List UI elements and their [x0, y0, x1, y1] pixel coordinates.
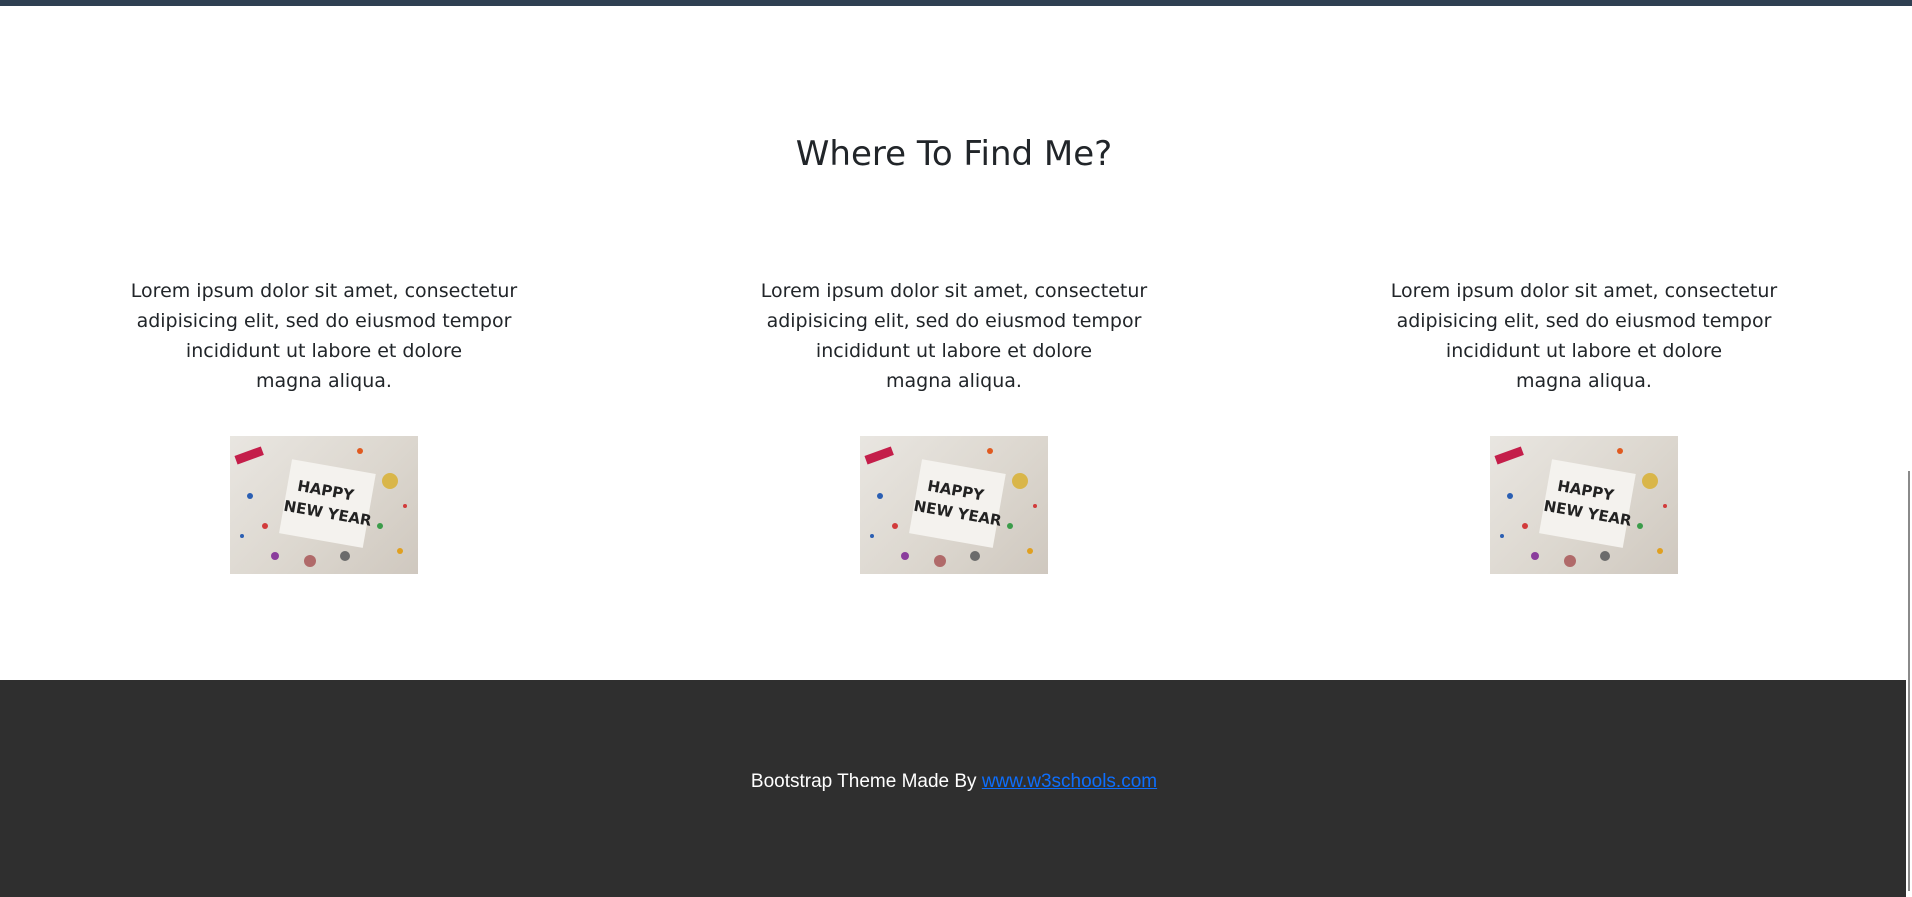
section-title: Where To Find Me?: [795, 134, 1113, 174]
happy-new-year-image: HAPPY NEW YEAR: [860, 436, 1048, 574]
scrollbar-thumb[interactable]: [1908, 471, 1910, 891]
description-line: adipisicing elit, sed do eiusmod tempor: [766, 310, 1142, 332]
description-line: adipisicing elit, sed do eiusmod tempor: [136, 310, 512, 332]
footer-credit: Bootstrap Theme Made By www.w3schools.co…: [0, 771, 1908, 793]
page-footer: Bootstrap Theme Made By www.w3schools.co…: [0, 680, 1906, 897]
column-description: Lorem ipsum dolor sit amet, consectetur …: [739, 276, 1169, 396]
happy-new-year-image: HAPPY NEW YEAR: [1490, 436, 1678, 574]
description-line: magna aliqua.: [1516, 370, 1652, 392]
description-line: magna aliqua.: [256, 370, 392, 392]
location-column-1: Lorem ipsum dolor sit amet, consectetur …: [109, 276, 539, 396]
column-description: Lorem ipsum dolor sit amet, consectetur …: [109, 276, 539, 396]
party-photo-graphic: HAPPY NEW YEAR: [234, 446, 407, 567]
description-line: Lorem ipsum dolor sit amet, consectetur: [1390, 280, 1778, 302]
description-line: incididunt ut labore et dolore: [815, 340, 1093, 362]
column-description: Lorem ipsum dolor sit amet, consectetur …: [1369, 276, 1799, 396]
description-line: Lorem ipsum dolor sit amet, consectetur: [760, 280, 1148, 302]
description-line: incididunt ut labore et dolore: [1445, 340, 1723, 362]
footer-credit-text: Bootstrap Theme Made By: [750, 771, 982, 792]
location-column-3: Lorem ipsum dolor sit amet, consectetur …: [1369, 276, 1799, 396]
description-line: incididunt ut labore et dolore: [185, 340, 463, 362]
page-scrollbar[interactable]: [1906, 6, 1912, 897]
party-photo-graphic: HAPPY NEW YEAR: [1494, 446, 1667, 567]
page-content: Where To Find Me? Lorem ipsum dolor sit …: [0, 6, 1906, 897]
happy-new-year-image: HAPPY NEW YEAR: [230, 436, 418, 574]
party-photo-graphic: HAPPY NEW YEAR: [864, 446, 1037, 567]
description-line: magna aliqua.: [886, 370, 1022, 392]
location-column-2: Lorem ipsum dolor sit amet, consectetur …: [739, 276, 1169, 396]
description-line: adipisicing elit, sed do eiusmod tempor: [1396, 310, 1772, 332]
description-line: Lorem ipsum dolor sit amet, consectetur: [130, 280, 518, 302]
w3schools-link[interactable]: www.w3schools.com: [982, 771, 1157, 792]
